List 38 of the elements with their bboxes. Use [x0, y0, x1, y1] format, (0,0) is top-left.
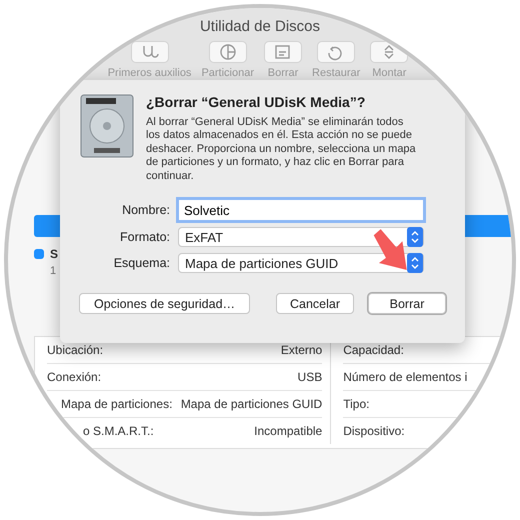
info-value: USB — [298, 370, 322, 384]
info-label: Dispositivo: — [343, 424, 405, 438]
popup-menu[interactable]: ExFAT — [178, 227, 424, 248]
field-label: Nombre: — [121, 203, 170, 218]
stepper-icon — [407, 227, 423, 248]
stepper-icon — [407, 253, 423, 274]
info-label: Conexión: — [47, 370, 102, 384]
erase-button[interactable]: Borrar — [368, 293, 446, 314]
info-label: Número de elementos i — [343, 370, 468, 384]
toolbar-label: Primeros auxilios — [108, 67, 192, 79]
window-title: Utilidad de Discos — [200, 18, 320, 35]
toolbar-label: Borrar — [268, 67, 298, 79]
security-options-button[interactable]: Opciones de seguridad… — [79, 293, 250, 314]
toolbar-button[interactable] — [208, 41, 247, 63]
toolbar-button[interactable] — [130, 41, 169, 63]
sidebar-detail: 1 — [50, 265, 56, 277]
name-field[interactable]: Solvetic — [178, 199, 424, 222]
info-label: Tipo: — [343, 397, 370, 411]
dialog-message: Al borrar “General UDisK Media” se eliminarán todos los datos almacenados en él. Esta acción no se puede deshacer. Proporciona un nombre, selecciona un mapa de particiones y un formato, y haz clic en Borrar para continuar. — [146, 116, 416, 184]
toolbar-label: Particionar — [201, 67, 254, 79]
field-label: Esquema: — [112, 256, 170, 270]
toolbar-button[interactable] — [370, 41, 408, 63]
toolbar-label: Montar — [372, 67, 406, 79]
toolbar-button[interactable] — [317, 41, 356, 63]
info-value: Incompatible — [254, 424, 322, 438]
info-value: Externo — [280, 343, 322, 357]
info-label: Ubicación: — [47, 343, 104, 357]
dialog-title: ¿Borrar “General UDisK Media”? — [146, 94, 366, 110]
sidebar-item[interactable]: S — [50, 247, 58, 261]
popup-menu[interactable]: Mapa de particiones GUID — [178, 253, 424, 274]
info-label: o S.M.A.R.T.: — [83, 424, 154, 438]
info-value: Mapa de particiones GUID — [180, 397, 322, 411]
info-label: Capacidad: — [343, 343, 404, 357]
field-label: Formato: — [118, 230, 170, 244]
cancel-button[interactable]: Cancelar — [276, 293, 354, 314]
toolbar-label: Restaurar — [312, 67, 360, 79]
toolbar-button[interactable] — [264, 41, 302, 63]
info-label: Mapa de particiones: — [61, 397, 172, 411]
